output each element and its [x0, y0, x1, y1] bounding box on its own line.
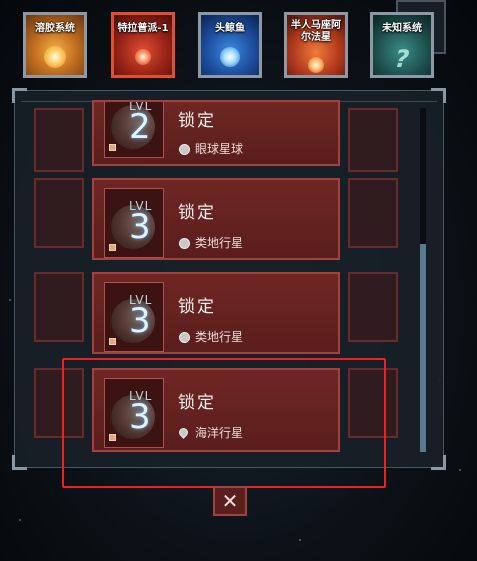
planet-thumbnail: LVL 2 [104, 102, 164, 158]
scrollbar-thumb[interactable] [420, 244, 426, 452]
system-tab-alpha-centauri[interactable]: 半人马座阿 尔法星 [284, 12, 348, 78]
terrestrial-icon [179, 238, 190, 249]
system-tabs: 溶胶系统 特拉普派-1 头鲸鱼 半人马座阿 尔法星 未知系统 ? [0, 0, 477, 92]
system-tab-label: 溶胶系统 [35, 23, 75, 34]
sun-icon [44, 46, 66, 68]
question-mark-icon: ? [391, 45, 413, 73]
side-slot [348, 272, 398, 342]
system-tab-label: 头鲸鱼 [215, 23, 245, 34]
system-tab-whale[interactable]: 头鲸鱼 [198, 12, 262, 78]
system-tab-label: 未知系统 [382, 23, 422, 34]
close-button[interactable]: ✕ [213, 486, 247, 516]
card-status: 锁定 [178, 297, 216, 317]
planet-card[interactable]: LVL 3 锁定 类地行星 [92, 178, 340, 260]
highlight-box [62, 358, 386, 488]
planet-type: 类地行星 [195, 330, 244, 344]
system-tab-label: 特拉普派-1 [117, 23, 169, 34]
side-slot [34, 178, 84, 248]
planet-card[interactable]: LVL 2 锁定 眼球星球 [92, 100, 340, 166]
lock-indicator-icon [109, 338, 116, 345]
terrestrial-icon [179, 332, 190, 343]
level-number: 2 [129, 107, 151, 147]
side-slot [34, 108, 84, 172]
planet-thumbnail: LVL 3 [104, 282, 164, 352]
panel-corner [12, 455, 27, 470]
scrollbar[interactable] [420, 108, 426, 452]
lock-indicator-icon [109, 144, 116, 151]
level-number: 3 [129, 301, 151, 341]
side-slot [348, 178, 398, 248]
planet-card[interactable]: LVL 3 锁定 类地行星 [92, 272, 340, 354]
system-tab-label: 半人马座阿 尔法星 [291, 20, 341, 43]
planet-thumbnail: LVL 3 [104, 188, 164, 258]
panel-corner [431, 455, 446, 470]
system-tab-unknown[interactable]: 未知系统 ? [370, 12, 434, 78]
system-tab-sol[interactable]: 溶胶系统 [23, 12, 87, 78]
level-number: 3 [129, 207, 151, 247]
side-slot [348, 108, 398, 172]
lock-indicator-icon [109, 244, 116, 251]
side-slot [34, 272, 84, 342]
planet-type: 眼球星球 [195, 142, 244, 156]
card-status: 锁定 [178, 111, 216, 131]
planet-type: 类地行星 [195, 236, 244, 250]
red-star-icon [135, 49, 151, 65]
eyeball-icon [179, 144, 190, 155]
blue-star-icon [220, 47, 240, 67]
card-status: 锁定 [178, 203, 216, 223]
system-tab-trappist[interactable]: 特拉普派-1 [111, 12, 175, 78]
orange-star-icon [308, 57, 324, 73]
